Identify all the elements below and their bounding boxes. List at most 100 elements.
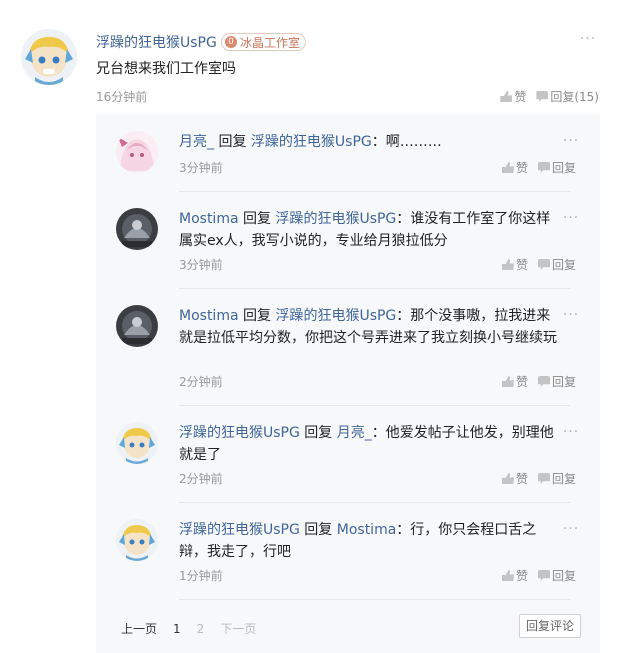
reply-actions: 赞 回复 <box>501 159 576 176</box>
like-label: 赞 <box>514 90 527 104</box>
like-button[interactable]: 赞 <box>501 567 528 584</box>
reply-actions: 赞 回复 <box>501 470 576 487</box>
reply-button[interactable]: 回复 <box>537 256 576 273</box>
reply-label: 回复 <box>551 161 576 175</box>
more-icon[interactable]: ··· <box>562 134 580 150</box>
like-button[interactable]: 赞 <box>500 88 526 105</box>
reply-keyword: 回复 <box>304 522 333 538</box>
reply-label: 回复 <box>551 569 576 583</box>
divider <box>179 502 570 503</box>
reply-username[interactable]: Mostima <box>179 308 239 324</box>
reply-avatar[interactable] <box>116 208 158 250</box>
thumbs-up-icon <box>501 162 514 173</box>
reply-content: 月亮_ 回复 浮躁的狂电猴UsPG：啊……… <box>179 131 559 153</box>
comment-bubble-icon <box>536 91 549 102</box>
reply-button[interactable]: 回复 <box>537 567 576 584</box>
page-1-link[interactable]: 1 <box>173 622 181 636</box>
reply-separator: ： <box>396 211 411 227</box>
reply-time: 3分钟前 <box>179 161 223 175</box>
like-label: 赞 <box>515 472 528 486</box>
reply-text: 啊……… <box>385 134 442 150</box>
reply-separator: ： <box>371 425 386 441</box>
reply-time: 2分钟前 <box>179 375 223 389</box>
reply-separator: ： <box>396 522 411 538</box>
like-label: 赞 <box>515 569 528 583</box>
prev-page-link[interactable]: 上一页 <box>121 620 157 637</box>
like-button[interactable]: 赞 <box>501 159 528 176</box>
divider <box>179 288 570 289</box>
thumbs-up-icon <box>501 259 514 270</box>
reply-separator: ： <box>396 308 411 324</box>
reply-button[interactable]: 回复(15) <box>536 88 599 105</box>
like-button[interactable]: 赞 <box>501 470 528 487</box>
reply-keyword: 回复 <box>243 211 271 227</box>
main-comment-avatar[interactable] <box>21 29 77 85</box>
group-badge[interactable]: 0 冰晶工作室 <box>221 33 307 51</box>
reply-target-username[interactable]: 浮躁的狂电猴UsPG <box>275 308 396 324</box>
reply-actions: 赞 回复 <box>501 373 576 390</box>
reply-target-username[interactable]: 浮躁的狂电猴UsPG <box>275 211 396 227</box>
main-comment-time: 16分钟前 <box>96 90 148 104</box>
reply-target-username[interactable]: 月亮_ <box>337 425 372 441</box>
next-page-link[interactable]: 下一页 <box>220 620 256 637</box>
comment-bubble-icon <box>537 259 550 270</box>
reply-time: 1分钟前 <box>179 569 223 583</box>
reply-keyword: 回复 <box>218 134 247 150</box>
reply-label: 回复(15) <box>550 90 599 104</box>
thumbs-up-icon <box>501 570 514 581</box>
reply-time: 3分钟前 <box>179 258 223 272</box>
reply-username[interactable]: 浮躁的狂电猴UsPG <box>179 522 300 538</box>
main-comment-username[interactable]: 浮躁的狂电猴UsPG <box>96 32 217 52</box>
reply-keyword: 回复 <box>304 425 333 441</box>
main-comment-actions: 赞 回复(15) <box>500 88 599 105</box>
reply-content: Mostima 回复 浮躁的狂电猴UsPG：那个没事嗷，拉我进来就是拉低平均分数… <box>179 305 559 349</box>
reply-username[interactable]: Mostima <box>179 211 239 227</box>
more-icon[interactable]: ··· <box>562 308 580 324</box>
reply-button[interactable]: 回复 <box>537 470 576 487</box>
reply-target-username[interactable]: Mostima <box>337 522 397 538</box>
reply-actions: 赞 回复 <box>501 567 576 584</box>
reply-separator: ： <box>371 134 386 150</box>
like-button[interactable]: 赞 <box>501 373 528 390</box>
reply-label: 回复 <box>551 472 576 486</box>
more-icon[interactable]: ··· <box>562 522 580 538</box>
pagination: 上一页 1 2 下一页 <box>121 620 272 637</box>
comment-bubble-icon <box>537 570 550 581</box>
thumbs-up-icon <box>501 376 514 387</box>
main-comment-text: 兄台想来我们工作室吗 <box>96 61 236 77</box>
reply-username[interactable]: 浮躁的狂电猴UsPG <box>179 425 300 441</box>
reply-content: Mostima 回复 浮躁的狂电猴UsPG：谁没有工作室了你这样属实ex人，我写… <box>179 208 559 252</box>
replies-container: 月亮_ 回复 浮躁的狂电猴UsPG：啊……… ··· 3分钟前 赞 回复 Mos… <box>96 114 600 653</box>
reply-actions: 赞 回复 <box>501 256 576 273</box>
reply-avatar[interactable] <box>116 519 158 561</box>
like-button[interactable]: 赞 <box>501 256 528 273</box>
reply-label: 回复 <box>551 375 576 389</box>
reply-keyword: 回复 <box>243 308 271 324</box>
more-icon[interactable]: ··· <box>562 211 580 227</box>
page-2-link[interactable]: 2 <box>197 622 205 636</box>
reply-comment-button[interactable]: 回复评论 <box>519 614 582 638</box>
comment-bubble-icon <box>537 376 550 387</box>
more-icon[interactable]: ··· <box>562 425 580 441</box>
reply-content: 浮躁的狂电猴UsPG 回复 月亮_：他爱发帖子让他发，别理他就是了 <box>179 422 559 466</box>
reply-username[interactable]: 月亮_ <box>179 134 214 150</box>
badge-icon: 0 <box>225 36 237 48</box>
reply-avatar[interactable] <box>116 422 158 464</box>
reply-button[interactable]: 回复 <box>537 373 576 390</box>
reply-button[interactable]: 回复 <box>537 159 576 176</box>
like-label: 赞 <box>515 375 528 389</box>
reply-avatar[interactable] <box>116 305 158 347</box>
reply-avatar[interactable] <box>116 131 158 173</box>
divider <box>179 405 570 406</box>
more-icon[interactable]: ··· <box>579 32 597 48</box>
reply-target-username[interactable]: 浮躁的狂电猴UsPG <box>251 134 372 150</box>
divider <box>179 191 570 192</box>
group-badge-label: 冰晶工作室 <box>240 35 301 50</box>
reply-time: 2分钟前 <box>179 472 223 486</box>
reply-content: 浮躁的狂电猴UsPG 回复 Mostima：行，你只会程口舌之辩，我走了，行吧 <box>179 519 559 563</box>
like-label: 赞 <box>515 161 528 175</box>
thumbs-up-icon <box>500 91 513 102</box>
reply-label: 回复 <box>551 258 576 272</box>
thumbs-up-icon <box>501 473 514 484</box>
like-label: 赞 <box>515 258 528 272</box>
